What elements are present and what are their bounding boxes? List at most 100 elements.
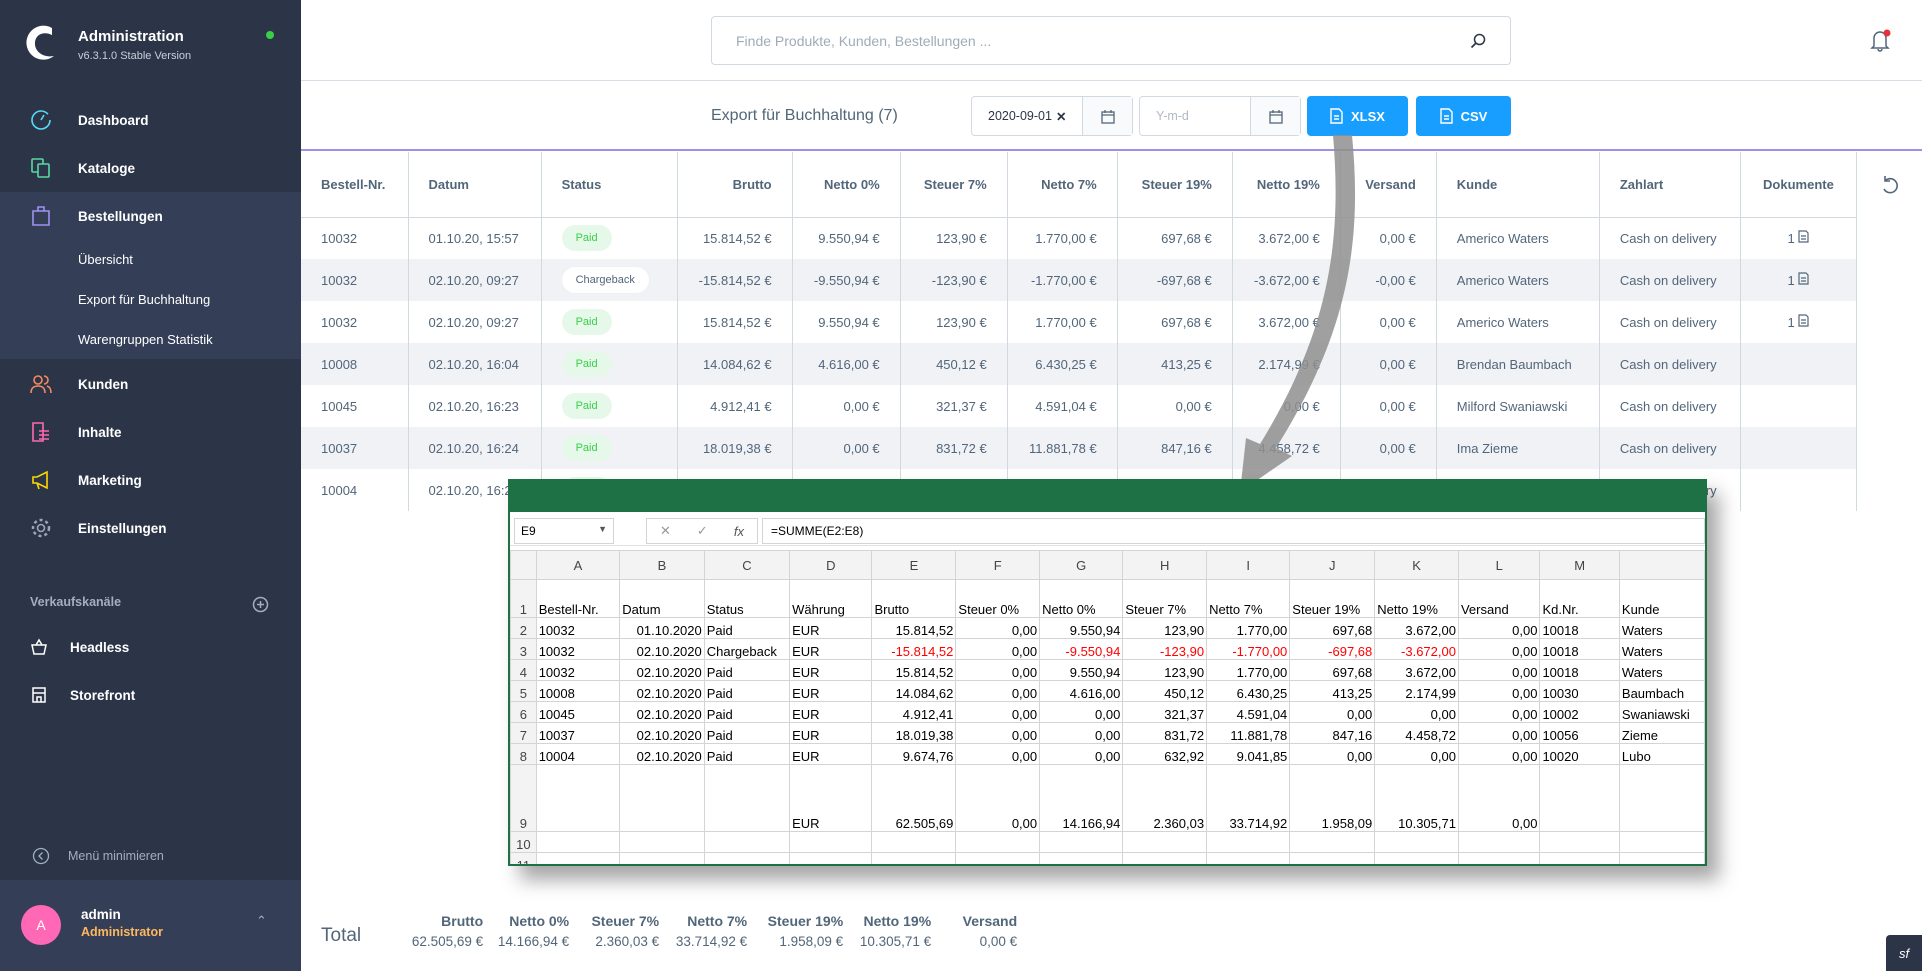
excel-cell[interactable] xyxy=(1539,852,1620,864)
excel-cell[interactable]: 18.019,38 xyxy=(871,722,957,744)
column-header[interactable]: Kunde xyxy=(1436,152,1600,218)
excel-cell[interactable]: 0,00 xyxy=(955,659,1041,681)
excel-cell[interactable]: 02.10.2020 xyxy=(619,638,705,660)
calendar-icon[interactable] xyxy=(1082,97,1132,135)
excel-cell[interactable]: 632,92 xyxy=(1122,743,1208,765)
sidebar-channel-storefront[interactable]: Storefront xyxy=(0,675,301,715)
excel-cell[interactable]: EUR xyxy=(789,743,873,765)
column-letter[interactable] xyxy=(1618,550,1705,580)
excel-cell[interactable]: Steuer 19% xyxy=(1289,579,1376,618)
excel-cell[interactable]: Netto 7% xyxy=(1206,579,1291,618)
export-csv-button[interactable]: CSV xyxy=(1416,96,1511,136)
row-number[interactable]: 4 xyxy=(510,659,537,681)
excel-cell[interactable]: 10020 xyxy=(1539,743,1620,765)
excel-cell[interactable]: Lubo xyxy=(1618,743,1705,765)
sidebar-subitem-accounting-export[interactable]: Export für Buchhaltung xyxy=(78,292,210,307)
excel-cell[interactable] xyxy=(619,831,705,853)
excel-cell[interactable]: 321,37 xyxy=(1122,701,1208,723)
excel-cell[interactable]: 1.958,09 xyxy=(1289,764,1376,832)
excel-cell[interactable]: 10037 xyxy=(535,722,621,744)
column-header[interactable]: Steuer 19% xyxy=(1117,152,1233,218)
sidebar-item-dashboard[interactable]: Dashboard xyxy=(0,100,301,140)
column-header[interactable]: Netto 7% xyxy=(1007,152,1118,218)
excel-cell[interactable]: 33.714,92 xyxy=(1206,764,1291,832)
column-header[interactable]: Status xyxy=(541,152,678,218)
excel-cell[interactable]: 3.672,00 xyxy=(1374,659,1459,681)
excel-cell[interactable] xyxy=(1206,831,1291,853)
excel-cell[interactable] xyxy=(703,764,791,832)
search-icon[interactable] xyxy=(1470,33,1486,49)
excel-cell[interactable]: Brutto xyxy=(871,579,957,618)
excel-cell[interactable]: Paid xyxy=(703,680,791,702)
excel-cell[interactable] xyxy=(1289,831,1376,853)
excel-cell[interactable]: 02.10.2020 xyxy=(619,743,705,765)
column-letter[interactable]: M xyxy=(1539,550,1620,580)
excel-cell[interactable]: -123,90 xyxy=(1122,638,1208,660)
excel-cell[interactable]: 0,00 xyxy=(955,743,1041,765)
excel-cell[interactable] xyxy=(535,831,621,853)
excel-cell[interactable]: 9.674,76 xyxy=(871,743,957,765)
excel-cell[interactable] xyxy=(1039,831,1124,853)
excel-cell[interactable]: Währung xyxy=(789,579,873,618)
excel-cell[interactable]: 0,00 xyxy=(1289,701,1376,723)
sidebar-item-marketing[interactable]: Marketing xyxy=(0,460,301,500)
document-icon[interactable] xyxy=(1798,230,1809,243)
excel-cell[interactable]: 0,00 xyxy=(1039,701,1124,723)
excel-cell[interactable] xyxy=(1039,852,1124,864)
excel-cell[interactable] xyxy=(1539,831,1620,853)
excel-cell[interactable] xyxy=(619,764,705,832)
excel-cell[interactable]: Paid xyxy=(703,617,791,639)
excel-cell[interactable]: -15.814,52 xyxy=(871,638,957,660)
table-row[interactable]: 10045 02.10.20, 16:23 Paid 4.912,41 €0,00 €… xyxy=(301,385,1858,427)
column-header[interactable]: Netto 0% xyxy=(792,152,901,218)
table-row[interactable]: 10032 01.10.20, 15:57 Paid 15.814,52 €9.550… xyxy=(301,217,1858,259)
excel-cell[interactable]: 10056 xyxy=(1539,722,1620,744)
excel-cell[interactable]: 15.814,52 xyxy=(871,659,957,681)
excel-cell[interactable] xyxy=(789,852,873,864)
excel-cell[interactable]: EUR xyxy=(789,638,873,660)
excel-cell[interactable] xyxy=(1457,831,1541,853)
excel-cell[interactable] xyxy=(1122,852,1208,864)
excel-cell[interactable]: 62.505,69 xyxy=(871,764,957,832)
excel-cell[interactable] xyxy=(1374,852,1459,864)
excel-cell[interactable]: 697,68 xyxy=(1289,617,1376,639)
excel-cell[interactable]: 1.770,00 xyxy=(1206,659,1291,681)
excel-cell[interactable]: 11.881,78 xyxy=(1206,722,1291,744)
column-header[interactable]: Bestell-Nr. xyxy=(301,152,409,218)
excel-cell[interactable]: 0,00 xyxy=(1374,743,1459,765)
column-letter[interactable]: H xyxy=(1122,550,1208,580)
sidebar-channel-headless[interactable]: Headless xyxy=(0,627,301,667)
row-number[interactable]: 8 xyxy=(510,743,537,765)
column-header[interactable]: Datum xyxy=(408,152,542,218)
excel-cell[interactable] xyxy=(955,852,1041,864)
column-letter[interactable]: L xyxy=(1457,550,1541,580)
excel-cell[interactable]: 0,00 xyxy=(1039,722,1124,744)
table-cell[interactable]: 1 xyxy=(1740,301,1858,343)
excel-cell[interactable]: 02.10.2020 xyxy=(619,722,705,744)
excel-cell[interactable]: 0,00 xyxy=(955,638,1041,660)
excel-cell[interactable]: Steuer 7% xyxy=(1122,579,1208,618)
refresh-icon[interactable] xyxy=(1880,175,1900,197)
excel-cell[interactable] xyxy=(1289,852,1376,864)
column-letter[interactable]: A xyxy=(535,550,621,580)
excel-cell[interactable]: 0,00 xyxy=(1289,743,1376,765)
excel-cell[interactable] xyxy=(703,831,791,853)
formula-input[interactable]: =SUMME(E2:E8) xyxy=(762,518,1705,544)
excel-cell[interactable]: Paid xyxy=(703,659,791,681)
chevron-up-icon[interactable]: ⌃ xyxy=(256,913,267,929)
excel-cell[interactable]: 0,00 xyxy=(1457,638,1541,660)
excel-cell[interactable]: EUR xyxy=(789,659,873,681)
excel-cell[interactable] xyxy=(619,852,705,864)
column-header[interactable]: Brutto xyxy=(677,152,793,218)
excel-cell[interactable]: Bestell-Nr. xyxy=(535,579,621,618)
excel-cell[interactable] xyxy=(955,831,1041,853)
notification-bell-icon[interactable] xyxy=(1868,27,1892,53)
sidebar-item-bestellungen[interactable]: Bestellungen xyxy=(0,196,301,236)
column-letter[interactable]: F xyxy=(955,550,1041,580)
column-letter[interactable]: K xyxy=(1374,550,1459,580)
excel-cell[interactable] xyxy=(1618,852,1705,864)
row-number[interactable]: 10 xyxy=(510,831,537,853)
excel-cell[interactable]: Waters xyxy=(1618,659,1705,681)
name-box[interactable]: E9 ▼ xyxy=(514,518,614,544)
excel-cell[interactable]: 10032 xyxy=(535,659,621,681)
